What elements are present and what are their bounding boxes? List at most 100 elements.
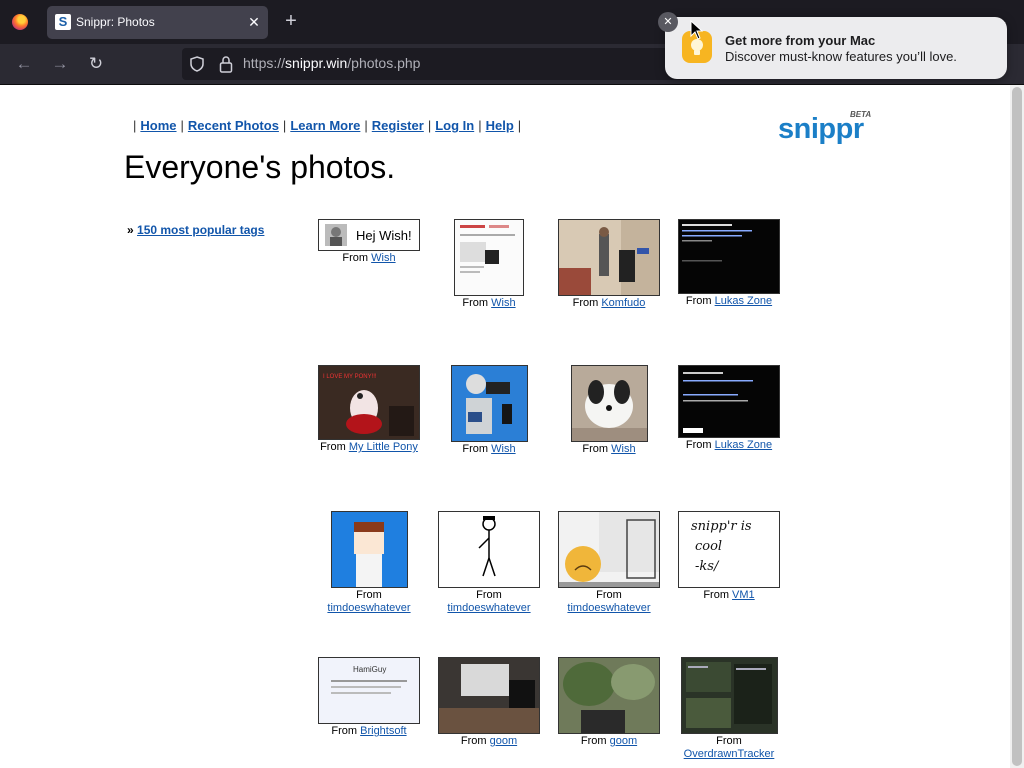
photo-source-link[interactable]: VM1 (732, 589, 755, 601)
nav-home-link[interactable]: Home (140, 118, 176, 133)
forward-arrow-icon[interactable]: → (49, 53, 71, 75)
photo-source-link[interactable]: Komfudo (601, 297, 645, 309)
photo-caption: From Lukas Zone (685, 295, 773, 307)
photo-item: HamiGuy From Brightsoft (309, 657, 429, 738)
photo-source-link[interactable]: Lukas Zone (715, 439, 772, 451)
nav-recent-photos-link[interactable]: Recent Photos (188, 118, 279, 133)
photo-source-link[interactable]: goom (490, 735, 518, 747)
popular-tags-link[interactable]: 150 most popular tags (137, 223, 264, 237)
photo-caption: From Wish (462, 443, 516, 455)
photo-item: From OverdrawnTracker (669, 657, 789, 761)
mac-tips-notification[interactable]: Get more from your Mac Discover must-kno… (665, 17, 1007, 79)
mouse-cursor-icon (690, 20, 704, 40)
photo-item: From timdoeswhatever (429, 511, 549, 615)
photo-thumbnail[interactable] (438, 657, 540, 734)
nav-help-link[interactable]: Help (486, 118, 514, 133)
photo-source-link[interactable]: timdoeswhatever (567, 602, 650, 614)
photo-source-link[interactable]: goom (610, 735, 638, 747)
photo-item: From goom (549, 657, 669, 748)
photo-caption: From Wish (582, 443, 636, 455)
photo-caption: From timdoeswhatever (447, 589, 531, 614)
url-bar[interactable]: https://snippr.win/photos.php (182, 48, 702, 80)
back-arrow-icon[interactable]: ← (13, 53, 35, 75)
photo-item: Hej Wish! From Wish (309, 219, 429, 265)
photo-source-link[interactable]: Brightsoft (360, 725, 406, 737)
popular-tags: » 150 most popular tags (127, 223, 265, 237)
site-nav: | Home | Recent Photos | Learn More | Register |… (133, 118, 522, 133)
photo-source-link[interactable]: Wish (491, 297, 515, 309)
url-text[interactable]: https://snippr.win/photos.php (243, 55, 420, 71)
photo-source-link[interactable]: Lukas Zone (715, 295, 772, 307)
photo-item: From Wish (429, 365, 549, 456)
tab-close-icon[interactable]: ✕ (245, 13, 263, 31)
photo-item: From Lukas Zone (669, 219, 789, 308)
thumb-text: HamiGuy (353, 665, 386, 674)
nav-register-link[interactable]: Register (372, 118, 424, 133)
tab-snippr-photos[interactable]: S Snippr: Photos ✕ (47, 6, 268, 39)
photo-caption: From Brightsoft (331, 725, 407, 737)
photo-thumbnail[interactable]: Hej Wish! (318, 219, 420, 251)
reload-icon[interactable]: ↻ (85, 53, 107, 75)
photo-caption: From goom (460, 735, 518, 747)
photo-item: From Wish (429, 219, 549, 310)
photo-thumbnail[interactable] (570, 365, 648, 442)
new-tab-icon[interactable]: + (281, 11, 301, 31)
firefox-logo-icon[interactable] (12, 14, 28, 30)
scrollbar-thumb[interactable] (1012, 87, 1022, 766)
photo-thumbnail[interactable] (558, 219, 660, 296)
thumb-text: -ks/ (695, 559, 720, 574)
photo-source-link[interactable]: OverdrawnTracker (684, 748, 775, 760)
photo-caption: From My Little Pony (320, 441, 418, 453)
photo-caption: From goom (580, 735, 638, 747)
photo-source-link[interactable]: timdoeswhatever (447, 602, 530, 614)
photo-thumbnail[interactable] (454, 219, 524, 296)
photo-source-link[interactable]: Wish (371, 252, 395, 264)
photo-caption: From timdoeswhatever (327, 589, 411, 614)
photo-item: From Komfudo (549, 219, 669, 310)
thumb-text: Hej Wish! (356, 228, 412, 243)
photo-source-link[interactable]: timdoeswhatever (327, 602, 410, 614)
photo-thumbnail[interactable] (558, 511, 660, 588)
photo-thumbnail[interactable] (678, 365, 780, 438)
photo-caption: From Komfudo (572, 297, 646, 309)
photo-thumbnail[interactable]: I LOVE MY PONY!!! (318, 365, 420, 440)
tracking-shield-icon[interactable] (190, 56, 204, 72)
snippr-logo[interactable]: snippr BETA (778, 107, 878, 147)
photo-caption: From Lukas Zone (685, 439, 773, 451)
notification-title: Get more from your Mac (725, 33, 876, 48)
page-scrollbar[interactable] (1010, 85, 1024, 768)
lock-icon[interactable] (219, 55, 233, 73)
photo-caption: From Wish (342, 252, 396, 264)
photo-caption: From OverdrawnTracker (683, 735, 775, 760)
photo-caption: From timdoeswhatever (567, 589, 651, 614)
photo-caption: From VM1 (703, 589, 755, 601)
thumb-text: cool (695, 539, 722, 554)
notification-close-icon[interactable]: ✕ (658, 12, 678, 32)
photo-thumbnail[interactable] (678, 219, 780, 294)
photo-item: From Lukas Zone (669, 365, 789, 452)
photo-thumbnail[interactable]: HamiGuy (318, 657, 420, 724)
beta-badge: BETA (850, 110, 872, 119)
photo-thumbnail[interactable] (330, 511, 408, 588)
photo-thumbnail[interactable] (450, 365, 528, 442)
page-title: Everyone's photos. (124, 149, 396, 185)
nav-learn-more-link[interactable]: Learn More (290, 118, 360, 133)
photo-source-link[interactable]: My Little Pony (349, 441, 418, 453)
photo-item: I LOVE MY PONY!!! From My Little Pony (309, 365, 429, 454)
photo-caption: From Wish (462, 297, 516, 309)
thumb-text: I LOVE MY PONY!!! (323, 374, 377, 380)
photo-item: From Wish (549, 365, 669, 456)
photo-thumbnail[interactable] (680, 657, 778, 734)
photo-thumbnail[interactable] (438, 511, 540, 588)
photo-item: From timdoeswhatever (309, 511, 429, 615)
photo-source-link[interactable]: Wish (491, 443, 515, 455)
photo-thumbnail[interactable] (558, 657, 660, 734)
photo-item: From timdoeswhatever (549, 511, 669, 615)
photo-thumbnail[interactable]: snipp'r is cool -ks/ (678, 511, 780, 588)
snippr-favicon-icon: S (55, 14, 71, 30)
photo-source-link[interactable]: Wish (611, 443, 635, 455)
nav-log-in-link[interactable]: Log In (435, 118, 474, 133)
photo-item: From goom (429, 657, 549, 748)
tab-title: Snippr: Photos (76, 15, 155, 29)
thumb-text: snipp'r is (691, 519, 752, 534)
